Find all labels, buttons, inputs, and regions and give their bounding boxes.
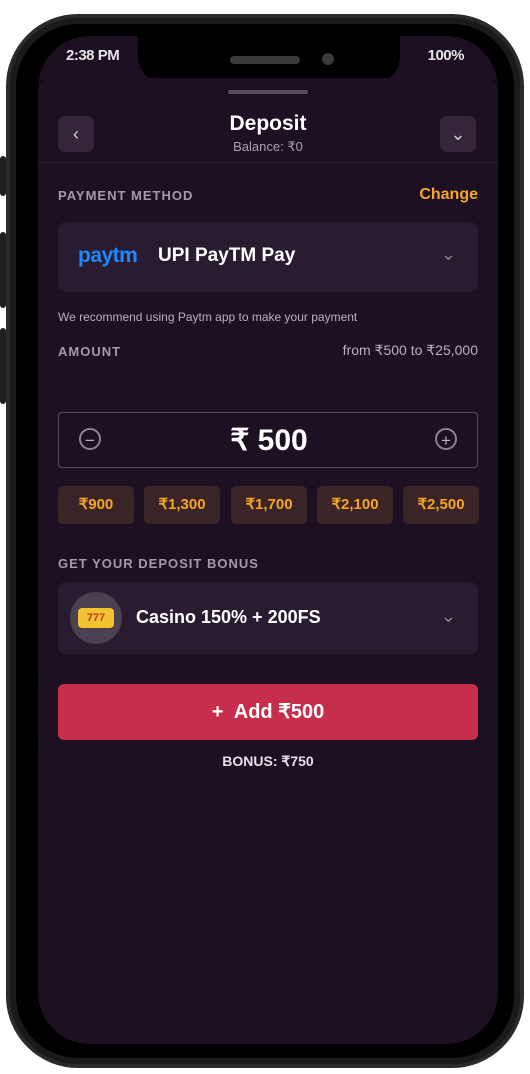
- camera: [322, 53, 334, 65]
- preset-chip[interactable]: ₹1,300: [144, 486, 220, 524]
- payment-method-name: UPI PayTM Pay: [158, 245, 296, 266]
- amount-value[interactable]: ₹ 500: [59, 423, 479, 458]
- collapse-button[interactable]: ⌄: [440, 116, 476, 152]
- chevron-down-icon: ⌄: [440, 606, 456, 626]
- add-deposit-label: Add ₹500: [233, 701, 325, 723]
- deposit-bonus-label: GET YOUR DEPOSIT BONUS: [58, 556, 259, 571]
- plus-circle-icon[interactable]: +: [435, 428, 457, 450]
- preset-chip[interactable]: ₹2,500: [403, 486, 479, 524]
- amount-range: from ₹500 to ₹25,000: [342, 342, 478, 358]
- preset-chip[interactable]: ₹2,100: [317, 486, 393, 524]
- slot-machine-icon: 777: [70, 592, 122, 644]
- payment-note: We recommend using Paytm app to make you…: [58, 310, 358, 324]
- preset-chip[interactable]: ₹900: [58, 486, 134, 524]
- volume-up-button: [0, 232, 6, 308]
- chevron-down-icon: ⌄: [450, 124, 466, 144]
- amount-label: AMOUNT: [58, 344, 122, 359]
- bonus-select[interactable]: 777 Casino 150% + 200FS ⌄: [58, 582, 478, 654]
- plus-icon: +: [211, 701, 224, 723]
- payment-method-select[interactable]: paytm UPI PayTM Pay ⌄: [58, 222, 478, 292]
- slot-reels: 777: [78, 608, 114, 628]
- sheet-grabber[interactable]: [228, 90, 308, 94]
- header: ‹ Deposit Balance: ₹0 ⌄: [38, 98, 498, 163]
- status-battery: 100%: [427, 47, 465, 64]
- preset-chip[interactable]: ₹1,700: [231, 486, 307, 524]
- phone-screen: 2:38 PM 100% ‹ Deposit Balance: ₹0 ⌄ PAY…: [38, 36, 498, 1044]
- page-title: Deposit: [229, 112, 307, 135]
- chevron-down-icon: ⌄: [440, 244, 456, 264]
- change-payment-link[interactable]: Change: [419, 186, 478, 204]
- add-deposit-button[interactable]: + Add ₹500: [58, 684, 478, 740]
- bonus-summary: BONUS: ₹750: [222, 753, 314, 769]
- balance-text: Balance: ₹0: [233, 139, 303, 154]
- amount-input[interactable]: − ₹ 500 +: [58, 412, 478, 468]
- deposit-sheet: ‹ Deposit Balance: ₹0 ⌄ PAYMENT METHOD C…: [38, 78, 498, 1044]
- notch: [138, 36, 400, 84]
- paytm-logo: paytm: [78, 244, 138, 267]
- mute-switch: [0, 156, 6, 196]
- payment-method-label: PAYMENT METHOD: [58, 188, 194, 203]
- volume-down-button: [0, 328, 6, 404]
- status-time: 2:38 PM: [66, 47, 120, 64]
- bonus-name: Casino 150% + 200FS: [136, 607, 321, 627]
- speaker: [230, 56, 300, 64]
